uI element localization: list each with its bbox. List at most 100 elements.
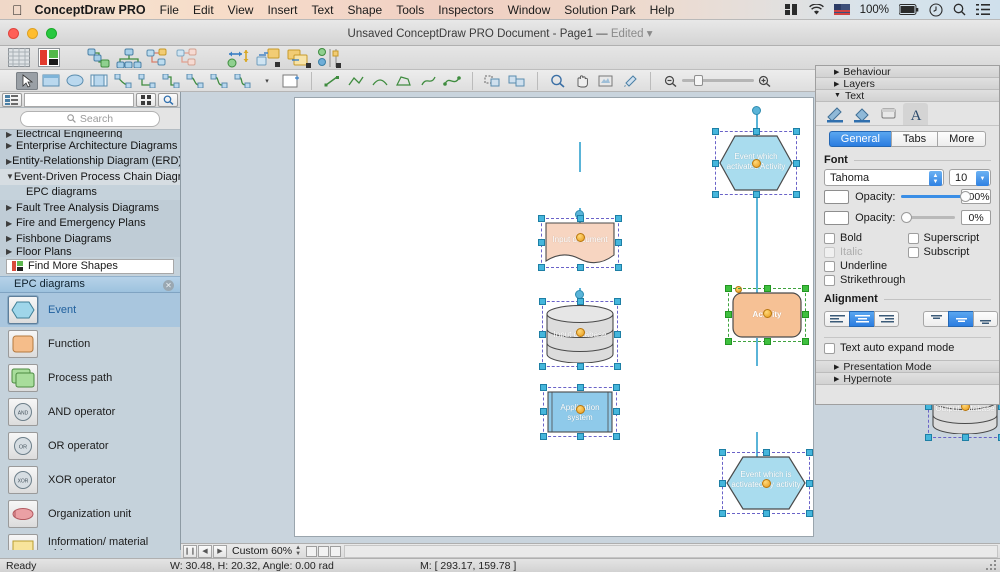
checkbox-subscript[interactable]: Subscript bbox=[908, 246, 992, 258]
selection-handle[interactable] bbox=[613, 408, 620, 415]
document-page[interactable]: Event which activates Activity Input doc… bbox=[294, 97, 814, 537]
search-input[interactable]: Search bbox=[20, 111, 160, 127]
selection-handle[interactable] bbox=[615, 264, 622, 271]
inspector-section-behaviour[interactable]: ▶ Behaviour bbox=[816, 66, 999, 78]
pen-fill-icon[interactable] bbox=[822, 103, 847, 125]
tree-item-entity-relationship[interactable]: ▶ Entity-Relationship Diagram (ERD) bbox=[0, 154, 180, 170]
pointer-tool[interactable] bbox=[16, 72, 38, 90]
shape-input-database[interactable]: Input database bbox=[546, 305, 614, 363]
smart-connector-tool[interactable] bbox=[160, 72, 182, 90]
ungroup-shapes-tool[interactable] bbox=[506, 72, 528, 90]
bezier-tool[interactable] bbox=[441, 72, 463, 90]
selection-handle[interactable] bbox=[753, 128, 760, 135]
battery-icon[interactable] bbox=[899, 4, 919, 15]
find-more-shapes-button[interactable]: Find More Shapes bbox=[6, 259, 174, 274]
shape-event-activated-by-activity[interactable]: Event which is activated by activity bbox=[726, 456, 806, 510]
tree-item-fishbone-diagrams[interactable]: ▶ Fishbone Diagrams bbox=[0, 231, 180, 247]
inspector-section-layers[interactable]: ▶ Layers bbox=[816, 78, 999, 90]
menu-item-view[interactable]: View bbox=[228, 3, 254, 17]
tree-item-electrical-engineering[interactable]: ▶ Electrical Engineering bbox=[0, 130, 180, 138]
group-icon[interactable] bbox=[316, 47, 342, 69]
shape-item-xor-operator[interactable]: XOR XOR operator bbox=[0, 463, 180, 497]
selection-handle[interactable] bbox=[725, 338, 732, 345]
shape-item-information-material-object[interactable]: Information/ material object bbox=[0, 531, 180, 551]
inspector-section-text[interactable]: ▼ Text bbox=[816, 90, 999, 102]
insert-text-tool[interactable] bbox=[280, 72, 302, 90]
chevron-down-icon[interactable]: ▾ bbox=[647, 28, 653, 40]
pen-tool[interactable] bbox=[417, 72, 439, 90]
zoom-slider-knob[interactable] bbox=[694, 75, 703, 86]
apple-icon[interactable]:  bbox=[12, 3, 23, 17]
selection-handle[interactable] bbox=[539, 363, 546, 370]
send-to-back-icon[interactable] bbox=[286, 47, 312, 69]
connector-line[interactable] bbox=[579, 142, 581, 172]
selection-handle[interactable] bbox=[793, 128, 800, 135]
inspector-section-hypernote[interactable]: ▶ Hypernote bbox=[816, 373, 999, 385]
connector-line[interactable] bbox=[756, 196, 758, 294]
shape-input-document[interactable]: Input document bbox=[545, 222, 615, 264]
selection-handle[interactable] bbox=[540, 408, 547, 415]
tree-item-fire-emergency-plans[interactable]: ▶ Fire and Emergency Plans bbox=[0, 216, 180, 232]
fill-opacity-value[interactable]: 0% bbox=[961, 210, 991, 225]
notification-center-icon[interactable] bbox=[976, 4, 990, 15]
grid-icon[interactable] bbox=[785, 4, 799, 16]
selection-handle[interactable] bbox=[725, 311, 732, 318]
align-distribute-icon[interactable] bbox=[256, 47, 282, 69]
menu-item-shape[interactable]: Shape bbox=[348, 3, 383, 17]
menu-item-insert[interactable]: Insert bbox=[267, 3, 297, 17]
selection-handle[interactable] bbox=[539, 298, 546, 305]
selection-handle[interactable] bbox=[615, 239, 622, 246]
shape-item-or-operator[interactable]: OR OR operator bbox=[0, 429, 180, 463]
tab-tabs[interactable]: Tabs bbox=[891, 131, 937, 147]
shape-item-process-path[interactable]: Process path bbox=[0, 361, 180, 395]
selection-handle[interactable] bbox=[577, 298, 584, 305]
selection-handle[interactable] bbox=[763, 449, 770, 456]
stepper-icon[interactable]: ▲▼ bbox=[929, 171, 942, 186]
selection-handle[interactable] bbox=[925, 434, 932, 441]
tree-item-enterprise-architecture[interactable]: ▶ Enterprise Architecture Diagrams bbox=[0, 138, 180, 154]
curve-connector-tool[interactable] bbox=[184, 72, 206, 90]
selection-handle[interactable] bbox=[712, 191, 719, 198]
polygon-tool[interactable] bbox=[393, 72, 415, 90]
selection-handle[interactable] bbox=[962, 434, 969, 441]
align-center-icon[interactable] bbox=[849, 311, 874, 327]
text-opacity-slider[interactable] bbox=[901, 191, 955, 203]
selection-handle[interactable] bbox=[806, 449, 813, 456]
resize-grip-icon[interactable] bbox=[984, 560, 998, 571]
selection-handle[interactable] bbox=[615, 215, 622, 222]
checkbox-strikethrough[interactable]: Strikethrough bbox=[824, 274, 908, 286]
connector-dropdown-arrow[interactable]: ▾ bbox=[256, 72, 278, 90]
zoom-slider-track[interactable] bbox=[682, 79, 754, 82]
selection-handle[interactable] bbox=[613, 433, 620, 440]
library-path-field[interactable] bbox=[24, 93, 134, 107]
selection-handle[interactable] bbox=[793, 160, 800, 167]
selection-handle[interactable] bbox=[806, 480, 813, 487]
selection-handle[interactable] bbox=[802, 285, 809, 292]
network-diagram-icon[interactable] bbox=[176, 47, 202, 69]
selection-handle[interactable] bbox=[538, 264, 545, 271]
hand-tool[interactable] bbox=[571, 72, 593, 90]
mind-map-icon[interactable] bbox=[146, 47, 172, 69]
color-palette-icon[interactable] bbox=[36, 47, 62, 69]
selection-handle[interactable] bbox=[577, 433, 584, 440]
selection-handle[interactable] bbox=[712, 160, 719, 167]
grid-view-icon[interactable] bbox=[136, 93, 156, 107]
selection-handle[interactable] bbox=[577, 384, 584, 391]
checkbox-text-auto-expand[interactable]: Text auto expand mode bbox=[824, 342, 991, 354]
selection-handle[interactable] bbox=[577, 363, 584, 370]
previous-page-icon[interactable]: ◀ bbox=[198, 545, 212, 558]
shape-application-system[interactable]: Application system bbox=[547, 391, 613, 433]
selection-handle[interactable] bbox=[793, 191, 800, 198]
arrange-horizontal-icon[interactable] bbox=[226, 47, 252, 69]
align-bottom-icon[interactable] bbox=[973, 311, 998, 327]
grid-toggle-icon[interactable] bbox=[6, 47, 32, 69]
connector-line[interactable] bbox=[756, 338, 758, 366]
horizontal-scrollbar[interactable] bbox=[344, 545, 998, 558]
flag-icon[interactable] bbox=[834, 4, 850, 15]
group-shapes-tool[interactable] bbox=[482, 72, 504, 90]
inspector-section-presentation-mode[interactable]: ▶ Presentation Mode bbox=[816, 361, 999, 373]
two-page-view[interactable] bbox=[318, 546, 329, 557]
tree-item-fault-tree-analysis[interactable]: ▶ Fault Tree Analysis Diagrams bbox=[0, 200, 180, 216]
selection-handle[interactable] bbox=[806, 510, 813, 517]
ellipse-tool[interactable] bbox=[64, 72, 86, 90]
